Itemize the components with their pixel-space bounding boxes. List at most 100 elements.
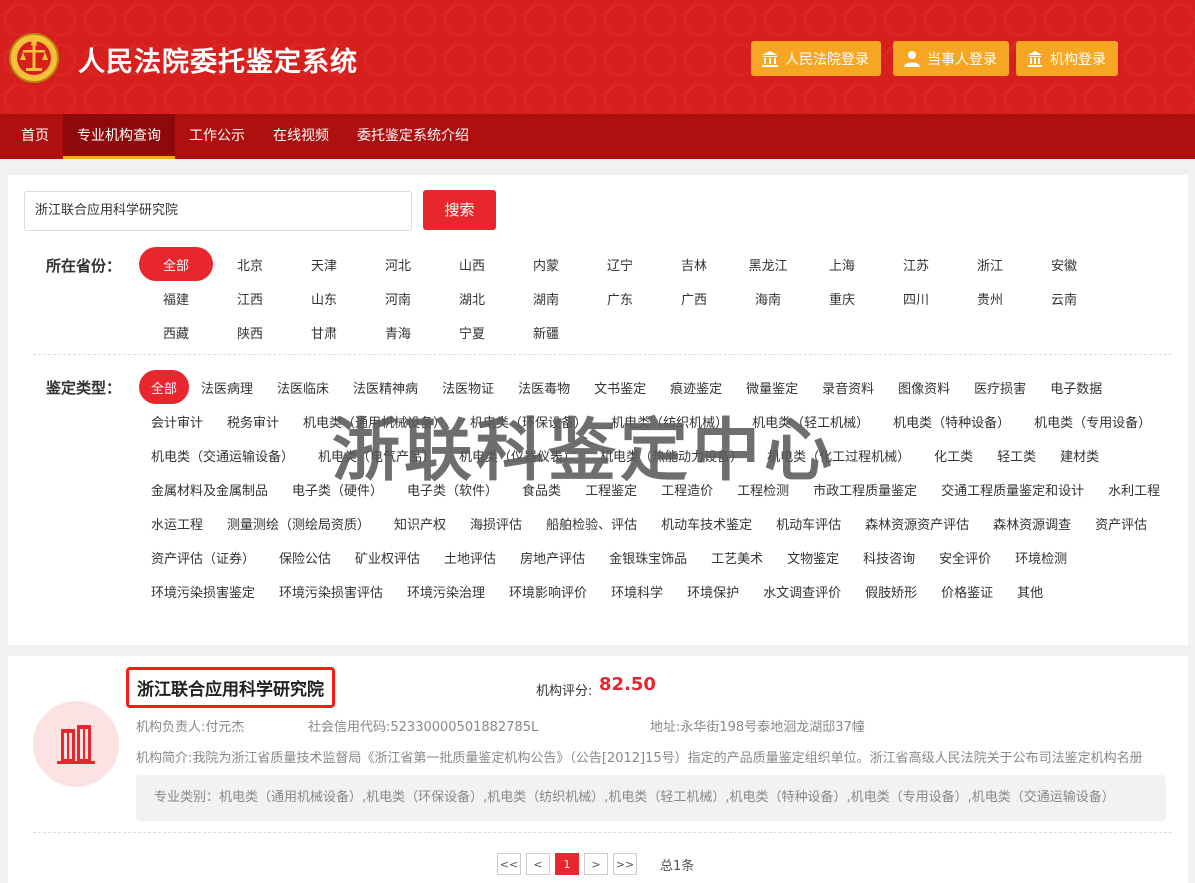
type-tag[interactable]: 科技咨询 bbox=[851, 540, 927, 574]
type-tag[interactable]: 环境影响评价 bbox=[497, 574, 599, 608]
province-tag-all[interactable]: 全部 bbox=[139, 247, 213, 281]
nav-item-announcements[interactable]: 工作公示 bbox=[175, 114, 259, 159]
type-tag[interactable]: 水利工程 bbox=[1096, 472, 1172, 506]
nav-item-system-intro[interactable]: 委托鉴定系统介绍 bbox=[343, 114, 483, 159]
type-tag[interactable]: 工程鉴定 bbox=[573, 472, 649, 506]
type-tag[interactable]: 资产评估 bbox=[1083, 506, 1159, 540]
type-tag[interactable]: 机动车技术鉴定 bbox=[649, 506, 764, 540]
type-tag[interactable]: 电子类（软件） bbox=[395, 472, 510, 506]
province-tag[interactable]: 宁夏 bbox=[435, 315, 509, 349]
type-tag[interactable]: 交通工程质量鉴定和设计 bbox=[929, 472, 1096, 506]
province-tag[interactable]: 广西 bbox=[657, 281, 731, 315]
org-login-button[interactable]: 机构登录 bbox=[1016, 41, 1118, 76]
province-tag[interactable]: 甘肃 bbox=[287, 315, 361, 349]
province-tag[interactable]: 海南 bbox=[731, 281, 805, 315]
type-tag[interactable]: 机电类（化工过程机械） bbox=[755, 438, 922, 472]
search-button[interactable]: 搜索 bbox=[423, 190, 496, 230]
province-tag[interactable]: 福建 bbox=[139, 281, 213, 315]
type-tag[interactable]: 海损评估 bbox=[458, 506, 534, 540]
province-tag[interactable]: 重庆 bbox=[805, 281, 879, 315]
type-tag[interactable]: 法医物证 bbox=[430, 370, 506, 404]
province-tag[interactable]: 黑龙江 bbox=[731, 247, 805, 281]
province-tag[interactable]: 湖南 bbox=[509, 281, 583, 315]
page-1-button[interactable]: 1 bbox=[555, 853, 579, 875]
type-tag[interactable]: 法医精神病 bbox=[341, 370, 430, 404]
province-tag[interactable]: 陕西 bbox=[213, 315, 287, 349]
type-tag[interactable]: 文书鉴定 bbox=[582, 370, 658, 404]
type-tag[interactable]: 机动车评估 bbox=[764, 506, 853, 540]
nav-item-org-search[interactable]: 专业机构查询 bbox=[63, 114, 175, 159]
type-tag[interactable]: 价格鉴证 bbox=[929, 574, 1005, 608]
type-tag[interactable]: 机电类（专用设备） bbox=[1022, 404, 1163, 438]
type-tag[interactable]: 化工类 bbox=[922, 438, 985, 472]
search-input[interactable]: 浙江联合应用科学研究院 bbox=[24, 191, 412, 231]
province-tag[interactable]: 辽宁 bbox=[583, 247, 657, 281]
type-tag[interactable]: 森林资源资产评估 bbox=[853, 506, 981, 540]
type-tag[interactable]: 机电类（电气产品） bbox=[306, 438, 447, 472]
type-tag[interactable]: 金属材料及金属制品 bbox=[139, 472, 280, 506]
province-tag[interactable]: 西藏 bbox=[139, 315, 213, 349]
type-tag[interactable]: 水运工程 bbox=[139, 506, 215, 540]
nav-item-videos[interactable]: 在线视频 bbox=[259, 114, 343, 159]
province-tag[interactable]: 吉林 bbox=[657, 247, 731, 281]
party-login-button[interactable]: 当事人登录 bbox=[893, 41, 1009, 76]
type-tag[interactable]: 电子数据 bbox=[1038, 370, 1114, 404]
province-tag[interactable]: 江苏 bbox=[879, 247, 953, 281]
org-name-highlight[interactable]: 浙江联合应用科学研究院 bbox=[126, 667, 335, 708]
court-login-button[interactable]: 人民法院登录 bbox=[751, 41, 881, 76]
type-tag[interactable]: 机电类（热能动力设备） bbox=[588, 438, 755, 472]
type-tag[interactable]: 环境检测 bbox=[1003, 540, 1079, 574]
province-tag[interactable]: 河南 bbox=[361, 281, 435, 315]
type-tag[interactable]: 市政工程质量鉴定 bbox=[801, 472, 929, 506]
type-tag[interactable]: 测量测绘（测绘局资质） bbox=[215, 506, 382, 540]
province-tag[interactable]: 浙江 bbox=[953, 247, 1027, 281]
type-tag[interactable]: 矿业权评估 bbox=[343, 540, 432, 574]
nav-item-home[interactable]: 首页 bbox=[7, 114, 63, 159]
type-tag[interactable]: 建材类 bbox=[1048, 438, 1111, 472]
type-tag[interactable]: 医疗损害 bbox=[962, 370, 1038, 404]
type-tag[interactable]: 金银珠宝饰品 bbox=[597, 540, 699, 574]
type-tag[interactable]: 环境保护 bbox=[675, 574, 751, 608]
type-tag[interactable]: 环境污染治理 bbox=[395, 574, 497, 608]
type-tag[interactable]: 机电类（通用机械设备） bbox=[291, 404, 458, 438]
type-tag[interactable]: 微量鉴定 bbox=[734, 370, 810, 404]
type-tag[interactable]: 轻工类 bbox=[985, 438, 1048, 472]
org-name[interactable]: 浙江联合应用科学研究院 bbox=[137, 675, 324, 700]
type-tag[interactable]: 土地评估 bbox=[432, 540, 508, 574]
type-tag[interactable]: 机电类（轻工机械） bbox=[740, 404, 881, 438]
type-tag[interactable]: 机电类（环保设备） bbox=[458, 404, 599, 438]
province-tag[interactable]: 山东 bbox=[287, 281, 361, 315]
first-page-button[interactable]: << bbox=[497, 853, 521, 875]
province-tag[interactable]: 新疆 bbox=[509, 315, 583, 349]
province-tag[interactable]: 河北 bbox=[361, 247, 435, 281]
type-tag[interactable]: 录音资料 bbox=[810, 370, 886, 404]
province-tag[interactable]: 天津 bbox=[287, 247, 361, 281]
type-tag[interactable]: 电子类（硬件） bbox=[280, 472, 395, 506]
type-tag[interactable]: 资产评估（证券） bbox=[139, 540, 267, 574]
province-tag[interactable]: 江西 bbox=[213, 281, 287, 315]
type-tag[interactable]: 环境科学 bbox=[599, 574, 675, 608]
province-tag[interactable]: 贵州 bbox=[953, 281, 1027, 315]
province-tag[interactable]: 上海 bbox=[805, 247, 879, 281]
type-tag[interactable]: 图像资料 bbox=[886, 370, 962, 404]
type-tag[interactable]: 环境污染损害鉴定 bbox=[139, 574, 267, 608]
type-tag-all[interactable]: 全部 bbox=[139, 370, 190, 404]
type-tag[interactable]: 水文调查评价 bbox=[751, 574, 853, 608]
last-page-button[interactable]: >> bbox=[613, 853, 637, 875]
type-tag[interactable]: 机电类（交通运输设备） bbox=[139, 438, 306, 472]
type-tag[interactable]: 法医临床 bbox=[265, 370, 341, 404]
type-tag[interactable]: 会计审计 bbox=[139, 404, 215, 438]
prev-page-button[interactable]: < bbox=[526, 853, 550, 875]
type-tag[interactable]: 税务审计 bbox=[215, 404, 291, 438]
province-tag[interactable]: 内蒙 bbox=[509, 247, 583, 281]
type-tag[interactable]: 工程检测 bbox=[725, 472, 801, 506]
type-tag[interactable]: 安全评价 bbox=[927, 540, 1003, 574]
type-tag[interactable]: 食品类 bbox=[510, 472, 573, 506]
type-tag[interactable]: 房地产评估 bbox=[508, 540, 597, 574]
type-tag[interactable]: 保险公估 bbox=[267, 540, 343, 574]
province-tag[interactable]: 云南 bbox=[1027, 281, 1101, 315]
type-tag[interactable]: 森林资源调查 bbox=[981, 506, 1083, 540]
province-tag[interactable]: 湖北 bbox=[435, 281, 509, 315]
type-tag[interactable]: 工艺美术 bbox=[699, 540, 775, 574]
type-tag[interactable]: 痕迹鉴定 bbox=[658, 370, 734, 404]
